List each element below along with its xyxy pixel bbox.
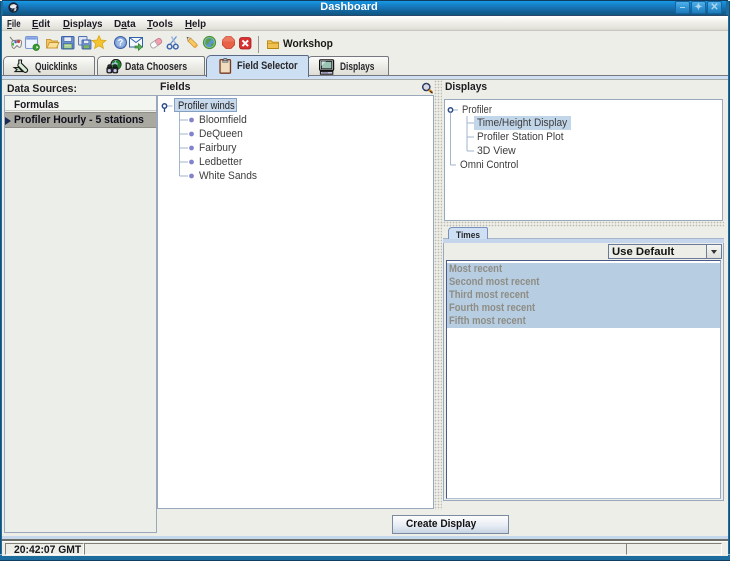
svg-text:?: ? <box>118 38 124 48</box>
